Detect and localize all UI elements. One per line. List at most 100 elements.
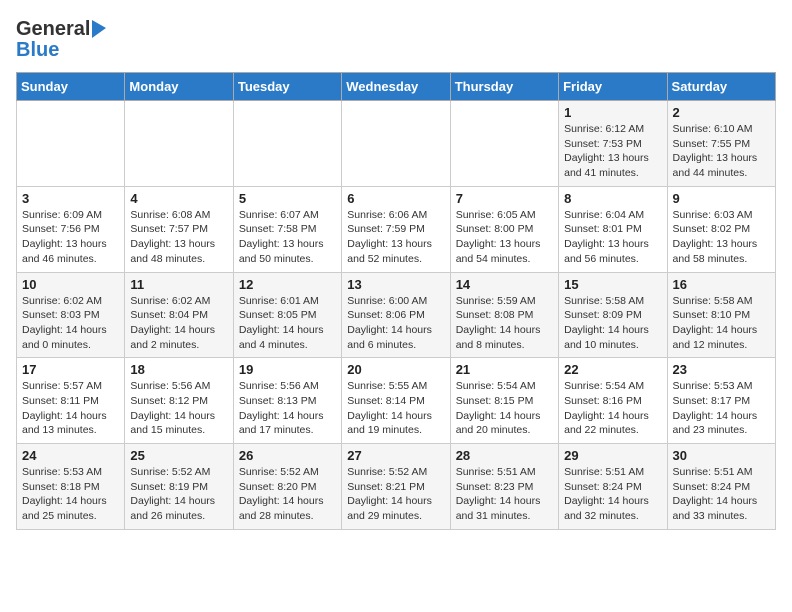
day-number: 2	[673, 105, 770, 120]
day-cell: 30Sunrise: 5:51 AMSunset: 8:24 PMDayligh…	[667, 444, 775, 530]
day-cell: 8 Sunrise: 6:04 AMSunset: 8:01 PMDaylight…	[559, 186, 667, 272]
day-number: 9	[673, 191, 770, 206]
weekday-header-friday: Friday	[559, 73, 667, 101]
day-info: Sunrise: 6:03 AMSunset: 8:02 PMDaylight:…	[673, 208, 770, 267]
day-number: 6	[347, 191, 444, 206]
day-number: 14	[456, 277, 553, 292]
day-cell: 12Sunrise: 6:01 AMSunset: 8:05 PMDayligh…	[233, 272, 341, 358]
day-info: Sunrise: 5:56 AMSunset: 8:13 PMDaylight:…	[239, 379, 336, 438]
day-cell: 27 Sunrise: 5:52 AMSunset: 8:21 PMDayligh…	[342, 444, 450, 530]
day-cell: 22 Sunrise: 5:54 AMSunset: 8:16 PMDayligh…	[559, 358, 667, 444]
day-info: Sunrise: 5:59 AMSunset: 8:08 PMDaylight:…	[456, 294, 553, 353]
day-number: 11	[130, 277, 227, 292]
week-row-3: 10 Sunrise: 6:02 AMSunset: 8:03 PMDayligh…	[17, 272, 776, 358]
day-cell: 26Sunrise: 5:52 AMSunset: 8:20 PMDayligh…	[233, 444, 341, 530]
day-cell: 7 Sunrise: 6:05 AMSunset: 8:00 PMDaylight…	[450, 186, 558, 272]
day-number: 13	[347, 277, 444, 292]
day-number: 10	[22, 277, 119, 292]
day-cell	[125, 101, 233, 187]
day-cell: 14 Sunrise: 5:59 AMSunset: 8:08 PMDayligh…	[450, 272, 558, 358]
weekday-header-row: SundayMondayTuesdayWednesdayThursdayFrid…	[17, 73, 776, 101]
day-cell	[450, 101, 558, 187]
day-cell: 18 Sunrise: 5:56 AMSunset: 8:12 PMDayligh…	[125, 358, 233, 444]
day-info: Sunrise: 6:07 AMSunset: 7:58 PMDaylight:…	[239, 208, 336, 267]
day-cell: 9 Sunrise: 6:03 AMSunset: 8:02 PMDaylight…	[667, 186, 775, 272]
day-number: 15	[564, 277, 661, 292]
day-info: Sunrise: 5:54 AMSunset: 8:16 PMDaylight:…	[564, 379, 661, 438]
day-number: 5	[239, 191, 336, 206]
weekday-header-monday: Monday	[125, 73, 233, 101]
weekday-header-saturday: Saturday	[667, 73, 775, 101]
day-info: Sunrise: 5:58 AMSunset: 8:10 PMDaylight:…	[673, 294, 770, 353]
header: General Blue	[16, 16, 776, 62]
day-info: Sunrise: 5:57 AMSunset: 8:11 PMDaylight:…	[22, 379, 119, 438]
logo: General Blue	[16, 16, 106, 62]
logo-triangle-icon	[92, 18, 106, 43]
day-number: 16	[673, 277, 770, 292]
day-cell: 4 Sunrise: 6:08 AMSunset: 7:57 PMDaylight…	[125, 186, 233, 272]
day-info: Sunrise: 6:12 AMSunset: 7:53 PMDaylight:…	[564, 122, 661, 181]
day-number: 29	[564, 448, 661, 463]
day-number: 19	[239, 362, 336, 377]
day-info: Sunrise: 5:58 AMSunset: 8:09 PMDaylight:…	[564, 294, 661, 353]
day-number: 7	[456, 191, 553, 206]
day-cell	[233, 101, 341, 187]
day-info: Sunrise: 6:04 AMSunset: 8:01 PMDaylight:…	[564, 208, 661, 267]
day-info: Sunrise: 6:02 AMSunset: 8:04 PMDaylight:…	[130, 294, 227, 353]
day-cell: 2Sunrise: 6:10 AMSunset: 7:55 PMDaylight…	[667, 101, 775, 187]
day-number: 12	[239, 277, 336, 292]
day-number: 30	[673, 448, 770, 463]
logo-general: General	[16, 18, 90, 41]
weekday-header-sunday: Sunday	[17, 73, 125, 101]
day-info: Sunrise: 6:02 AMSunset: 8:03 PMDaylight:…	[22, 294, 119, 353]
day-info: Sunrise: 5:52 AMSunset: 8:19 PMDaylight:…	[130, 465, 227, 524]
week-row-4: 17 Sunrise: 5:57 AMSunset: 8:11 PMDayligh…	[17, 358, 776, 444]
day-cell: 29 Sunrise: 5:51 AMSunset: 8:24 PMDayligh…	[559, 444, 667, 530]
day-number: 23	[673, 362, 770, 377]
day-cell: 19 Sunrise: 5:56 AMSunset: 8:13 PMDayligh…	[233, 358, 341, 444]
day-info: Sunrise: 6:08 AMSunset: 7:57 PMDaylight:…	[130, 208, 227, 267]
day-cell: 17 Sunrise: 5:57 AMSunset: 8:11 PMDayligh…	[17, 358, 125, 444]
day-number: 17	[22, 362, 119, 377]
day-cell	[342, 101, 450, 187]
day-info: Sunrise: 5:56 AMSunset: 8:12 PMDaylight:…	[130, 379, 227, 438]
week-row-1: 1 Sunrise: 6:12 AMSunset: 7:53 PMDaylight…	[17, 101, 776, 187]
day-cell: 3Sunrise: 6:09 AMSunset: 7:56 PMDaylight…	[17, 186, 125, 272]
day-info: Sunrise: 5:53 AMSunset: 8:18 PMDaylight:…	[22, 465, 119, 524]
day-cell: 13 Sunrise: 6:00 AMSunset: 8:06 PMDayligh…	[342, 272, 450, 358]
week-row-5: 24Sunrise: 5:53 AMSunset: 8:18 PMDayligh…	[17, 444, 776, 530]
day-info: Sunrise: 5:51 AMSunset: 8:23 PMDaylight:…	[456, 465, 553, 524]
day-number: 8	[564, 191, 661, 206]
day-cell: 10 Sunrise: 6:02 AMSunset: 8:03 PMDayligh…	[17, 272, 125, 358]
day-cell: 24Sunrise: 5:53 AMSunset: 8:18 PMDayligh…	[17, 444, 125, 530]
day-info: Sunrise: 5:55 AMSunset: 8:14 PMDaylight:…	[347, 379, 444, 438]
day-number: 18	[130, 362, 227, 377]
day-number: 22	[564, 362, 661, 377]
weekday-header-wednesday: Wednesday	[342, 73, 450, 101]
day-cell: 20 Sunrise: 5:55 AMSunset: 8:14 PMDayligh…	[342, 358, 450, 444]
day-number: 28	[456, 448, 553, 463]
day-info: Sunrise: 6:00 AMSunset: 8:06 PMDaylight:…	[347, 294, 444, 353]
weekday-header-thursday: Thursday	[450, 73, 558, 101]
day-info: Sunrise: 6:06 AMSunset: 7:59 PMDaylight:…	[347, 208, 444, 267]
day-cell: 28 Sunrise: 5:51 AMSunset: 8:23 PMDayligh…	[450, 444, 558, 530]
week-row-2: 3Sunrise: 6:09 AMSunset: 7:56 PMDaylight…	[17, 186, 776, 272]
day-info: Sunrise: 5:53 AMSunset: 8:17 PMDaylight:…	[673, 379, 770, 438]
day-number: 26	[239, 448, 336, 463]
logo-blue: Blue	[16, 39, 59, 62]
day-cell: 25 Sunrise: 5:52 AMSunset: 8:19 PMDayligh…	[125, 444, 233, 530]
day-info: Sunrise: 6:09 AMSunset: 7:56 PMDaylight:…	[22, 208, 119, 267]
day-number: 25	[130, 448, 227, 463]
day-number: 4	[130, 191, 227, 206]
day-info: Sunrise: 5:54 AMSunset: 8:15 PMDaylight:…	[456, 379, 553, 438]
day-info: Sunrise: 5:51 AMSunset: 8:24 PMDaylight:…	[564, 465, 661, 524]
day-cell: 1 Sunrise: 6:12 AMSunset: 7:53 PMDaylight…	[559, 101, 667, 187]
day-number: 1	[564, 105, 661, 120]
page: General Blue SundayMondayTuesdayWednesda…	[0, 0, 792, 540]
day-info: Sunrise: 5:52 AMSunset: 8:21 PMDaylight:…	[347, 465, 444, 524]
day-number: 27	[347, 448, 444, 463]
day-cell: 16 Sunrise: 5:58 AMSunset: 8:10 PMDayligh…	[667, 272, 775, 358]
day-info: Sunrise: 6:05 AMSunset: 8:00 PMDaylight:…	[456, 208, 553, 267]
day-cell	[17, 101, 125, 187]
day-number: 20	[347, 362, 444, 377]
